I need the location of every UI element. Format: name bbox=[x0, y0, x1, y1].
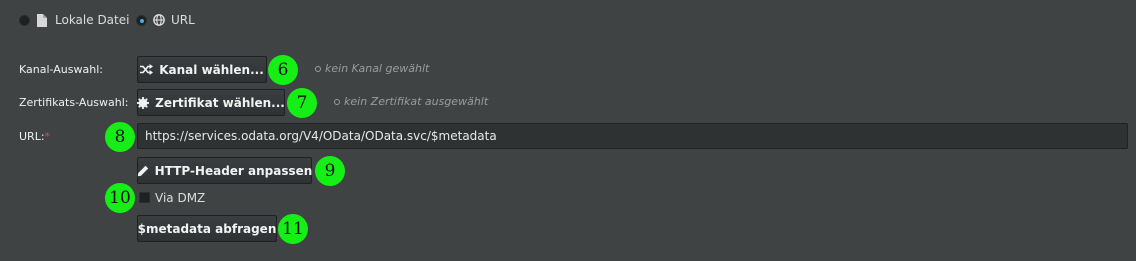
callout-badge-9: 9 bbox=[315, 156, 345, 186]
choose-channel-button[interactable]: Kanal wählen... bbox=[137, 56, 267, 83]
required-marker: * bbox=[44, 130, 51, 143]
file-icon bbox=[37, 14, 47, 27]
channel-status-dot bbox=[315, 66, 321, 72]
via-dmz-label[interactable]: Via DMZ bbox=[155, 191, 205, 205]
choose-certificate-button[interactable]: Zertifikat wählen... bbox=[137, 89, 285, 116]
callout-badge-7: 7 bbox=[287, 88, 317, 118]
http-header-button[interactable]: HTTP-Header anpassen bbox=[137, 157, 312, 184]
globe-icon bbox=[153, 14, 165, 26]
query-metadata-button[interactable]: $metadata abfragen bbox=[137, 215, 277, 242]
query-metadata-button-label: $metadata abfragen bbox=[137, 221, 277, 236]
callout-badge-10: 10 bbox=[105, 183, 135, 213]
choose-channel-button-label: Kanal wählen... bbox=[159, 62, 264, 77]
channel-status: kein Kanal gewählt bbox=[325, 62, 430, 75]
callout-badge-8: 8 bbox=[105, 122, 135, 152]
via-dmz-checkbox[interactable] bbox=[139, 192, 150, 203]
channel-label: Kanal-Auswahl: bbox=[19, 63, 103, 76]
certificate-status-dot bbox=[334, 99, 340, 105]
certificate-status: kein Zertifikat ausgewählt bbox=[344, 95, 489, 108]
url-label-text: URL: bbox=[19, 130, 45, 143]
url-radio[interactable] bbox=[136, 15, 147, 26]
certificate-icon bbox=[137, 96, 150, 109]
local-file-label[interactable]: Lokale Datei bbox=[55, 13, 129, 27]
http-header-button-label: HTTP-Header anpassen bbox=[154, 163, 313, 178]
pencil-icon bbox=[137, 165, 149, 177]
local-file-radio[interactable] bbox=[19, 15, 30, 26]
callout-badge-11: 11 bbox=[278, 214, 308, 244]
url-label: URL:* bbox=[19, 130, 50, 143]
url-input[interactable] bbox=[137, 123, 1128, 149]
shuffle-icon bbox=[140, 64, 154, 75]
certificate-label: Zertifikats-Auswahl: bbox=[19, 96, 129, 109]
choose-certificate-button-label: Zertifikat wählen... bbox=[155, 95, 285, 110]
url-source-label[interactable]: URL bbox=[171, 13, 195, 27]
callout-badge-6: 6 bbox=[268, 55, 298, 85]
